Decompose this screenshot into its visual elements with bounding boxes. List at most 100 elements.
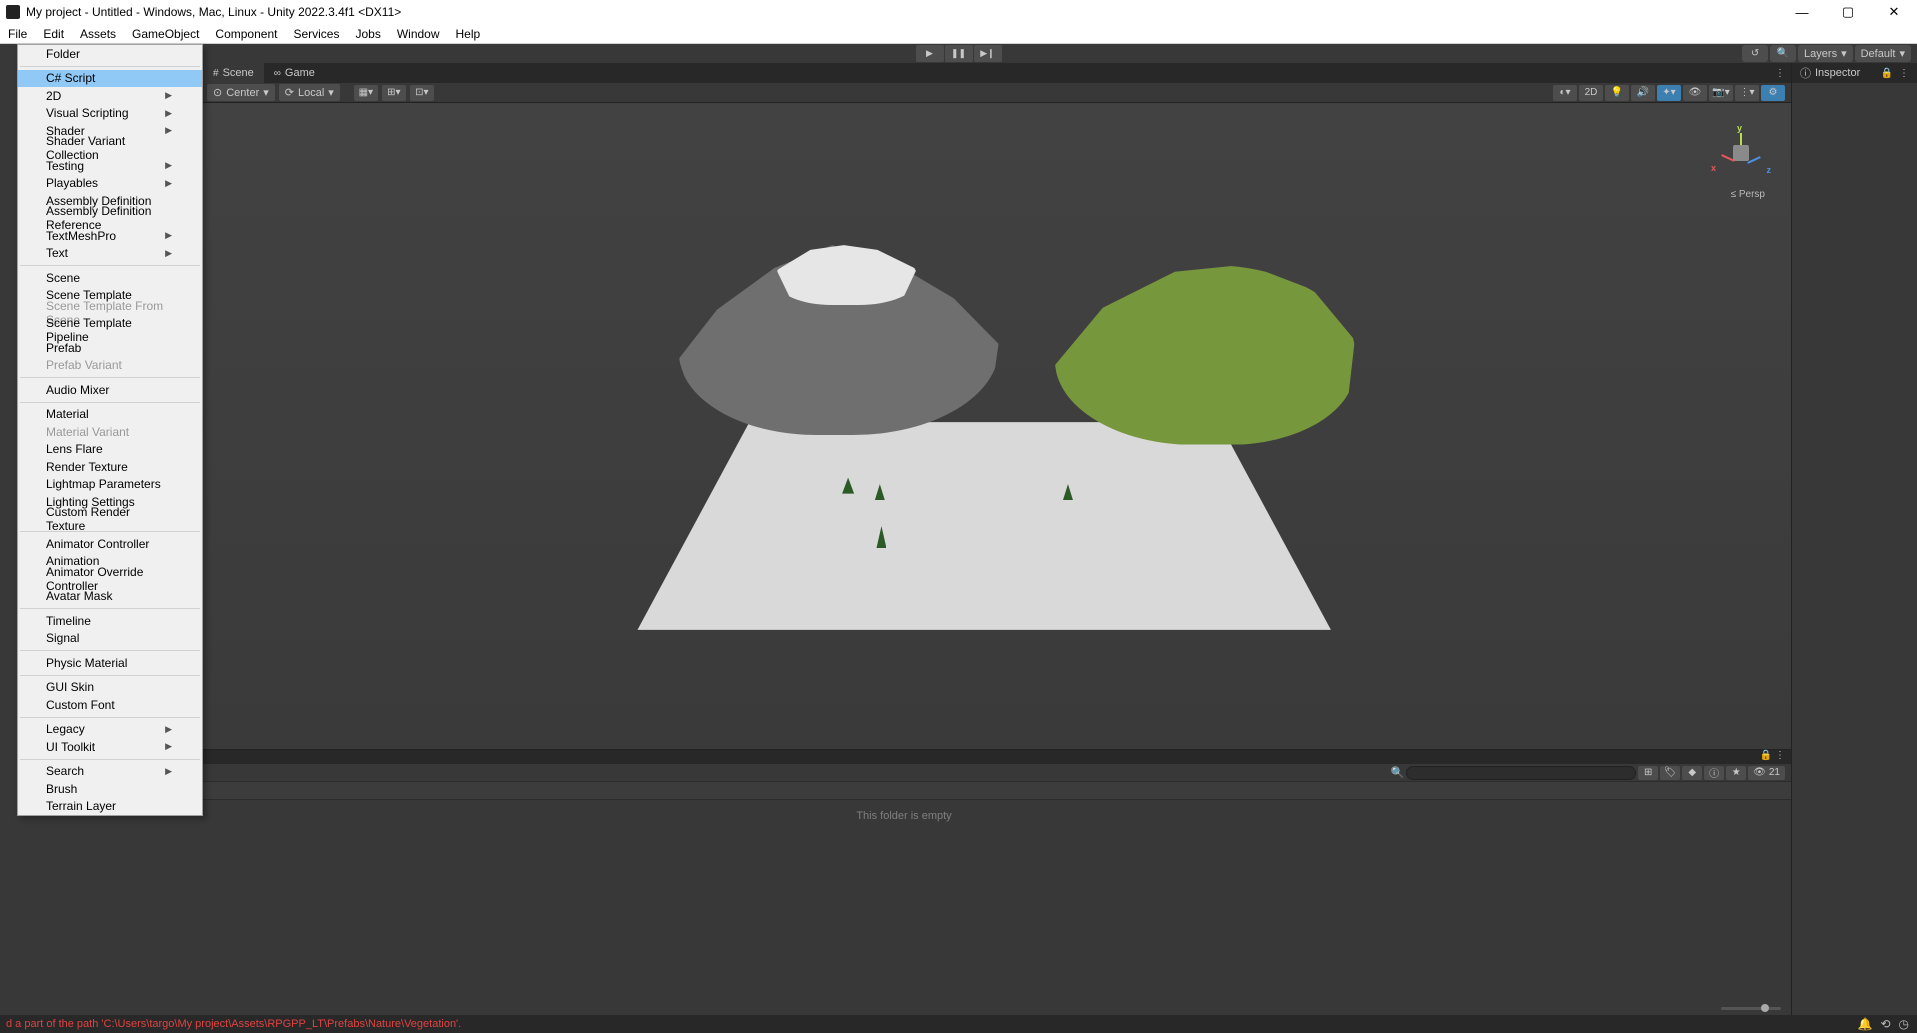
context-menu-label: Testing bbox=[46, 159, 84, 173]
pause-button[interactable]: ❚❚ bbox=[945, 45, 973, 62]
hidden-count[interactable]: 👁21 bbox=[1748, 766, 1785, 780]
menu-component[interactable]: Component bbox=[207, 25, 285, 43]
project-search-input[interactable] bbox=[1406, 766, 1636, 780]
status-error-message[interactable]: d a part of the path 'C:\Users\targo\My … bbox=[0, 1018, 461, 1030]
lighting-toggle[interactable]: 💡 bbox=[1605, 85, 1629, 101]
context-menu-item[interactable]: Brush bbox=[18, 780, 202, 798]
2d-toggle-button[interactable]: 2D bbox=[1579, 85, 1603, 101]
panel-options-icon[interactable]: ⋮ bbox=[1775, 750, 1785, 764]
step-button[interactable]: ▶❙ bbox=[974, 45, 1002, 62]
context-menu-item[interactable]: Playables ▶ bbox=[18, 175, 202, 193]
autorefresh-icon[interactable]: ⟲ bbox=[1880, 1017, 1890, 1031]
context-menu-item[interactable]: TextMeshPro▶ bbox=[18, 227, 202, 245]
snap-increment-button[interactable]: ⊞▾ bbox=[382, 85, 406, 101]
lock-icon[interactable]: 🔒 bbox=[1881, 68, 1893, 79]
context-menu-item[interactable]: C# Script bbox=[18, 70, 202, 88]
tab-scene[interactable]: #Scene bbox=[203, 63, 264, 83]
context-menu-item[interactable]: Material bbox=[18, 406, 202, 424]
thumbnail-size-slider[interactable] bbox=[1721, 1007, 1781, 1010]
search-by-type-button[interactable]: ⊞ bbox=[1638, 766, 1658, 780]
inspector-tab-label[interactable]: Inspector bbox=[1815, 67, 1860, 79]
maximize-button[interactable]: ▢ bbox=[1825, 0, 1871, 24]
chevron-right-icon: ▶ bbox=[165, 741, 172, 752]
context-menu-item[interactable]: Custom Font bbox=[18, 696, 202, 714]
tool-handle-rotation[interactable]: ⟳Local▾ bbox=[279, 84, 340, 101]
context-menu-item[interactable]: Render Texture bbox=[18, 458, 202, 476]
context-menu-item[interactable]: 2D▶ bbox=[18, 87, 202, 105]
gizmo-x-axis[interactable]: x bbox=[1711, 163, 1716, 173]
context-menu-item[interactable]: Shader Variant Collection bbox=[18, 140, 202, 158]
favorite-icon[interactable]: ★ bbox=[1726, 766, 1746, 780]
gizmos-dropdown[interactable]: ⋮▾ bbox=[1735, 85, 1759, 101]
chevron-right-icon: ▶ bbox=[165, 90, 172, 101]
context-menu-item[interactable]: Physic Material bbox=[18, 654, 202, 672]
context-menu-item[interactable]: Visual Scripting▶ bbox=[18, 105, 202, 123]
menu-assets[interactable]: Assets bbox=[72, 25, 124, 43]
menu-jobs[interactable]: Jobs bbox=[347, 25, 388, 43]
menu-edit[interactable]: Edit bbox=[35, 25, 72, 43]
context-menu-item[interactable]: Timeline bbox=[18, 612, 202, 630]
menu-help[interactable]: Help bbox=[448, 25, 489, 43]
context-menu-item[interactable]: Legacy▶ bbox=[18, 721, 202, 739]
context-menu-item[interactable]: GUI Skin bbox=[18, 679, 202, 697]
context-menu-item[interactable]: Lens Flare bbox=[18, 441, 202, 459]
gizmo-z-axis[interactable]: z bbox=[1767, 165, 1772, 175]
context-menu-item[interactable]: Folder bbox=[18, 45, 202, 63]
menu-file[interactable]: File bbox=[0, 25, 35, 43]
snap-settings-button[interactable]: ⊡▾ bbox=[410, 85, 434, 101]
context-menu-item[interactable]: Signal bbox=[18, 630, 202, 648]
audio-toggle[interactable]: 🔊 bbox=[1631, 85, 1655, 101]
close-button[interactable]: ✕ bbox=[1871, 0, 1917, 24]
context-menu-item[interactable]: Search▶ bbox=[18, 763, 202, 781]
fx-toggle[interactable]: ✦▾ bbox=[1657, 85, 1681, 101]
minimize-button[interactable]: — bbox=[1779, 0, 1825, 24]
layout-dropdown[interactable]: Default▾ bbox=[1855, 45, 1911, 62]
notification-icon[interactable]: 🔔 bbox=[1858, 1017, 1873, 1031]
save-search-button[interactable]: ◆ bbox=[1682, 766, 1702, 780]
menu-gameobject[interactable]: GameObject bbox=[124, 25, 207, 43]
search-by-label-button[interactable]: 🏷 bbox=[1660, 766, 1680, 780]
layers-dropdown[interactable]: Layers▾ bbox=[1798, 45, 1853, 62]
context-menu-item[interactable]: Scene Template Pipeline bbox=[18, 322, 202, 340]
project-breadcrumb[interactable]: Scripts bbox=[17, 782, 1791, 800]
menu-services[interactable]: Services bbox=[285, 25, 347, 43]
context-menu-item[interactable]: Terrain Layer bbox=[18, 798, 202, 816]
context-menu-item[interactable]: Custom Render Texture bbox=[18, 511, 202, 529]
project-toolbar: 🔍 ⊞ 🏷 ◆ ⓘ ★ 👁21 bbox=[17, 764, 1791, 782]
hidden-objects-toggle[interactable]: 👁 bbox=[1683, 85, 1707, 101]
gizmo-toggle[interactable]: ⚙ bbox=[1761, 85, 1785, 101]
tab-game[interactable]: ∞Game bbox=[264, 63, 325, 83]
play-button[interactable]: ▶ bbox=[916, 45, 944, 62]
tool-handle-pivot[interactable]: ⊙Center▾ bbox=[207, 84, 275, 101]
context-menu-label: Playables bbox=[46, 176, 98, 190]
context-menu-item[interactable]: Scene bbox=[18, 269, 202, 287]
panel-options-icon[interactable]: ⋮ bbox=[1775, 68, 1785, 79]
context-menu-item[interactable]: Audio Mixer bbox=[18, 381, 202, 399]
menu-window[interactable]: Window bbox=[389, 25, 448, 43]
grid-snap-button[interactable]: ▦▾ bbox=[354, 85, 378, 101]
context-menu-item[interactable]: Animator Controller bbox=[18, 535, 202, 553]
context-menu-label: Custom Render Texture bbox=[46, 505, 172, 533]
gizmo-y-axis[interactable]: y bbox=[1737, 123, 1742, 133]
orientation-gizmo[interactable]: y x z bbox=[1711, 123, 1771, 183]
scene-ground-plane bbox=[637, 422, 1330, 630]
scene-view[interactable]: ▸ ▸ ▸ ▸ ▸ ▸ ≡ ✋ bbox=[17, 103, 1791, 749]
settings-icon[interactable]: ⓘ bbox=[1704, 766, 1724, 780]
undo-history-button[interactable]: ↺ bbox=[1742, 45, 1768, 62]
context-menu-item[interactable]: Animator Override Controller bbox=[18, 570, 202, 588]
draw-mode-button[interactable]: ◐▾ bbox=[1553, 85, 1577, 101]
search-button[interactable]: 🔍 bbox=[1770, 45, 1796, 62]
context-menu-item[interactable]: Avatar Mask bbox=[18, 588, 202, 606]
progress-icon[interactable]: ◷ bbox=[1899, 1017, 1909, 1031]
panel-options-icon[interactable]: ⋮ bbox=[1899, 68, 1909, 79]
chevron-right-icon: ▶ bbox=[165, 178, 172, 189]
persp-label[interactable]: ≤ Persp bbox=[1731, 189, 1765, 200]
lock-icon[interactable]: 🔒 bbox=[1760, 750, 1772, 764]
context-menu-item[interactable]: Lightmap Parameters bbox=[18, 476, 202, 494]
context-menu-item[interactable]: Assembly Definition Reference bbox=[18, 210, 202, 228]
gizmo-cube[interactable] bbox=[1733, 145, 1749, 161]
context-menu-item[interactable]: Text▶ bbox=[18, 245, 202, 263]
scene-render-area[interactable] bbox=[155, 103, 1791, 749]
camera-settings-button[interactable]: 📷▾ bbox=[1709, 85, 1733, 101]
context-menu-item[interactable]: UI Toolkit▶ bbox=[18, 738, 202, 756]
